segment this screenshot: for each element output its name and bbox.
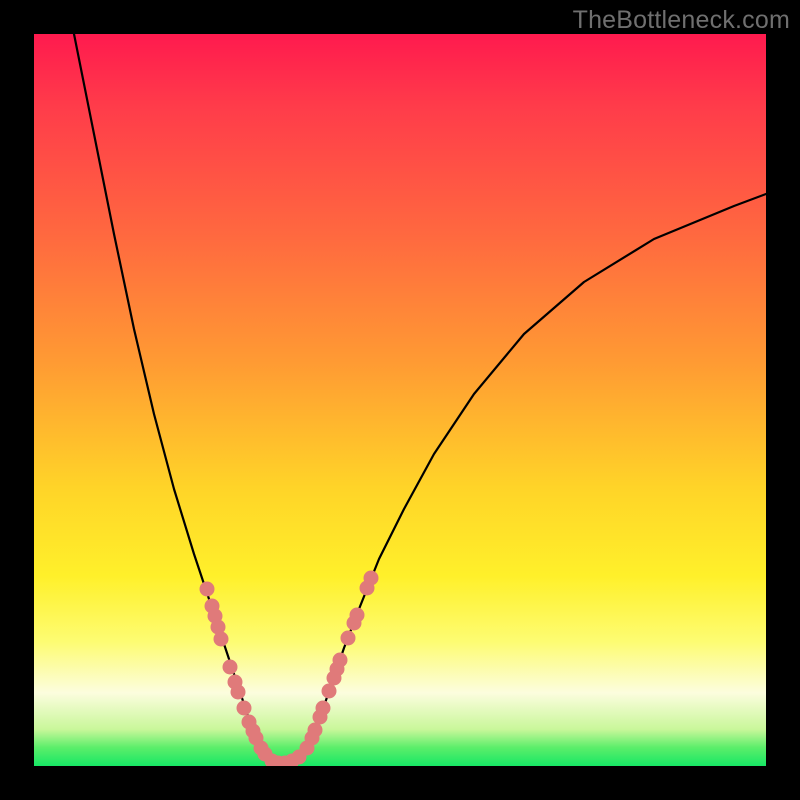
data-marker [223,660,238,675]
data-marker [308,723,323,738]
plot-area [34,34,766,766]
data-marker [316,701,331,716]
watermark-text: TheBottleneck.com [573,6,790,35]
data-marker [322,684,337,699]
data-marker [200,582,215,597]
data-marker [231,685,246,700]
data-marker [341,631,356,646]
curve-layer [34,34,766,766]
bottleneck-curve [74,34,766,763]
data-marker [333,653,348,668]
data-marker [237,701,252,716]
data-marker [350,608,365,623]
chart-frame: TheBottleneck.com [0,0,800,800]
data-marker [364,571,379,586]
data-marker [214,632,229,647]
data-markers [200,571,379,767]
